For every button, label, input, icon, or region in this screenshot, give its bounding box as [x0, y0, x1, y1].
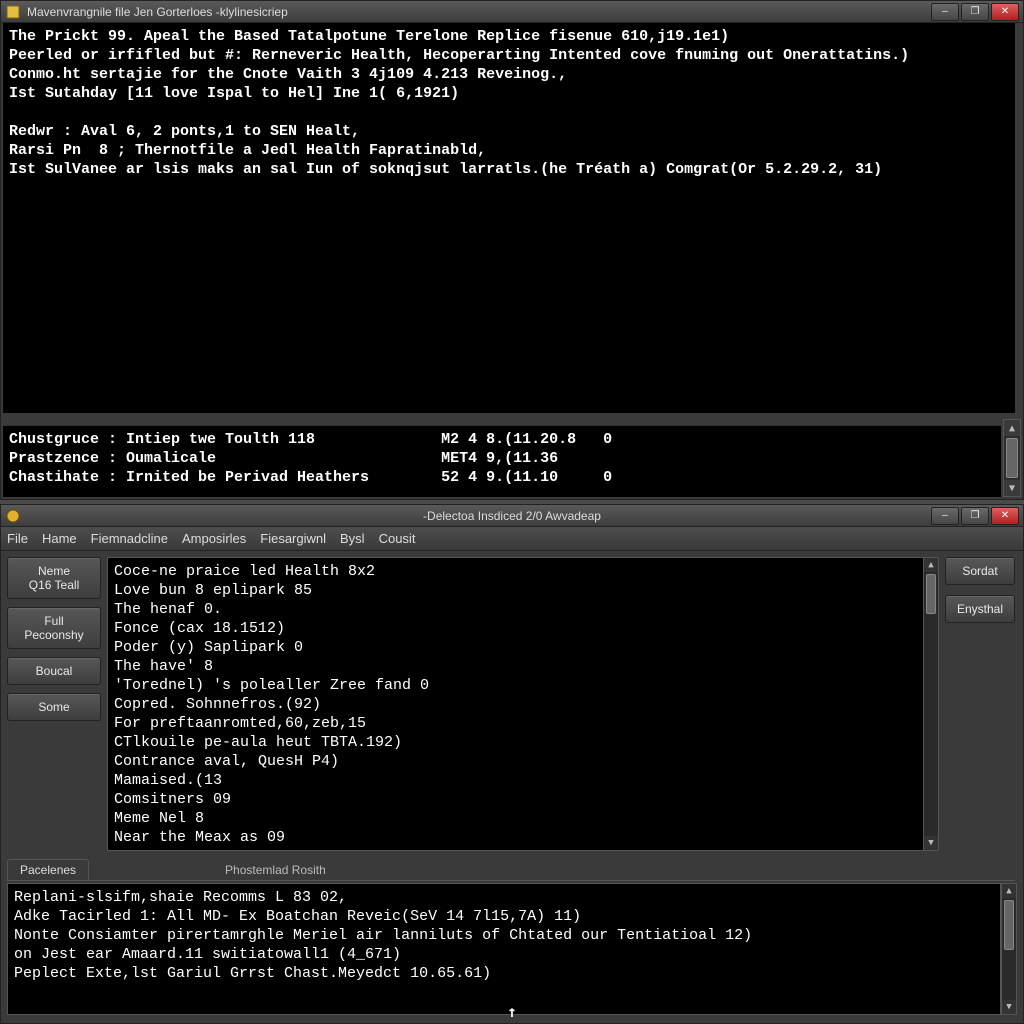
menu-item-amposirles[interactable]: Amposirles — [182, 531, 246, 546]
left-button-some[interactable]: Some — [7, 693, 101, 721]
minimize-button[interactable]: – — [931, 3, 959, 21]
bottom-body: NemeQ16 Teall FullPecoonshy Boucal Some Coc… — [1, 551, 1023, 1023]
scroll-thumb[interactable] — [926, 574, 936, 614]
scroll-up-icon[interactable]: ▲ — [1004, 420, 1020, 436]
close-button[interactable]: ✕ — [991, 507, 1019, 525]
scroll-up-icon[interactable]: ▲ — [1002, 884, 1016, 898]
right-button-enysthal[interactable]: Enysthal — [945, 595, 1015, 623]
bottom-window-controls: – ❐ ✕ — [929, 507, 1019, 525]
menu-item-fiesargiwnl[interactable]: Fiesargiwnl — [260, 531, 326, 546]
top-status-scrollbar[interactable]: ▲ ▼ — [1003, 419, 1021, 497]
bottom-window-title: -Delectoa Insdiced 2/0 Awvadeap — [423, 509, 601, 523]
tab-secondary[interactable]: Phostemlad Rosith — [213, 860, 338, 880]
bottom-titlebar[interactable]: -Delectoa Insdiced 2/0 Awvadeap – ❐ ✕ — [1, 505, 1023, 527]
app-icon — [5, 4, 21, 20]
menu-item-file[interactable]: File — [7, 531, 28, 546]
menu-item-fiemnadcline[interactable]: Fiemnadcline — [91, 531, 168, 546]
top-titlebar[interactable]: Mavenvrangnile file Jen Gorterloes -klyl… — [1, 1, 1023, 23]
menu-item-hame[interactable]: Hame — [42, 531, 77, 546]
scroll-down-icon[interactable]: ▼ — [924, 836, 938, 850]
menu-item-bysl[interactable]: Bysl — [340, 531, 365, 546]
scroll-track[interactable] — [1004, 436, 1020, 480]
scroll-thumb[interactable] — [1006, 438, 1018, 478]
bottom-app-window: -Delectoa Insdiced 2/0 Awvadeap – ❐ ✕ Fi… — [0, 504, 1024, 1024]
right-button-sordat[interactable]: Sordat — [945, 557, 1015, 585]
bottom-log-scrollbar[interactable]: ▲ ▼ — [1001, 883, 1017, 1015]
bottom-terminal-output: Coce-ne praice led Health 8x2 Love bun 8… — [107, 557, 925, 851]
top-terminal-status: Chustgruce : Intiep twe Toulth 118 M2 4 … — [3, 425, 1001, 497]
app-icon — [5, 508, 21, 524]
right-button-column: Sordat Enysthal — [945, 557, 1015, 623]
maximize-button[interactable]: ❐ — [961, 507, 989, 525]
left-button-boucal[interactable]: Boucal — [7, 657, 101, 685]
scroll-down-icon[interactable]: ▼ — [1004, 480, 1020, 496]
bottom-terminal-scrollbar[interactable]: ▲ ▼ — [923, 557, 939, 851]
left-button-full[interactable]: FullPecoonshy — [7, 607, 101, 649]
scroll-down-icon[interactable]: ▼ — [1002, 1000, 1016, 1014]
top-window-title: Mavenvrangnile file Jen Gorterloes -klyl… — [27, 5, 288, 19]
scroll-track[interactable] — [924, 572, 938, 836]
left-button-column: NemeQ16 Teall FullPecoonshy Boucal Some — [7, 557, 101, 721]
top-terminal-output: The Prickt 99. Apeal the Based Tatalpotu… — [3, 23, 1015, 413]
cursor-up-icon: ↑ — [507, 1002, 517, 1021]
maximize-button[interactable]: ❐ — [961, 3, 989, 21]
top-console-window: Mavenvrangnile file Jen Gorterloes -klyl… — [0, 0, 1024, 500]
tab-bar: Pacelenes Phostemlad Rosith — [7, 859, 1015, 881]
menu-item-cousit[interactable]: Cousit — [379, 531, 416, 546]
minimize-button[interactable]: – — [931, 507, 959, 525]
scroll-track[interactable] — [1002, 898, 1016, 1000]
top-window-controls: – ❐ ✕ — [929, 3, 1019, 21]
close-button[interactable]: ✕ — [991, 3, 1019, 21]
menubar: File Hame Fiemnadcline Amposirles Fiesargiwn… — [1, 527, 1023, 551]
bottom-log-output: Replani-slsifm,shaie Recomms L 83 02, Ad… — [7, 883, 1001, 1015]
tab-primary[interactable]: Pacelenes — [7, 859, 89, 880]
scroll-up-icon[interactable]: ▲ — [924, 558, 938, 572]
scroll-thumb[interactable] — [1004, 900, 1014, 950]
left-button-neme[interactable]: NemeQ16 Teall — [7, 557, 101, 599]
